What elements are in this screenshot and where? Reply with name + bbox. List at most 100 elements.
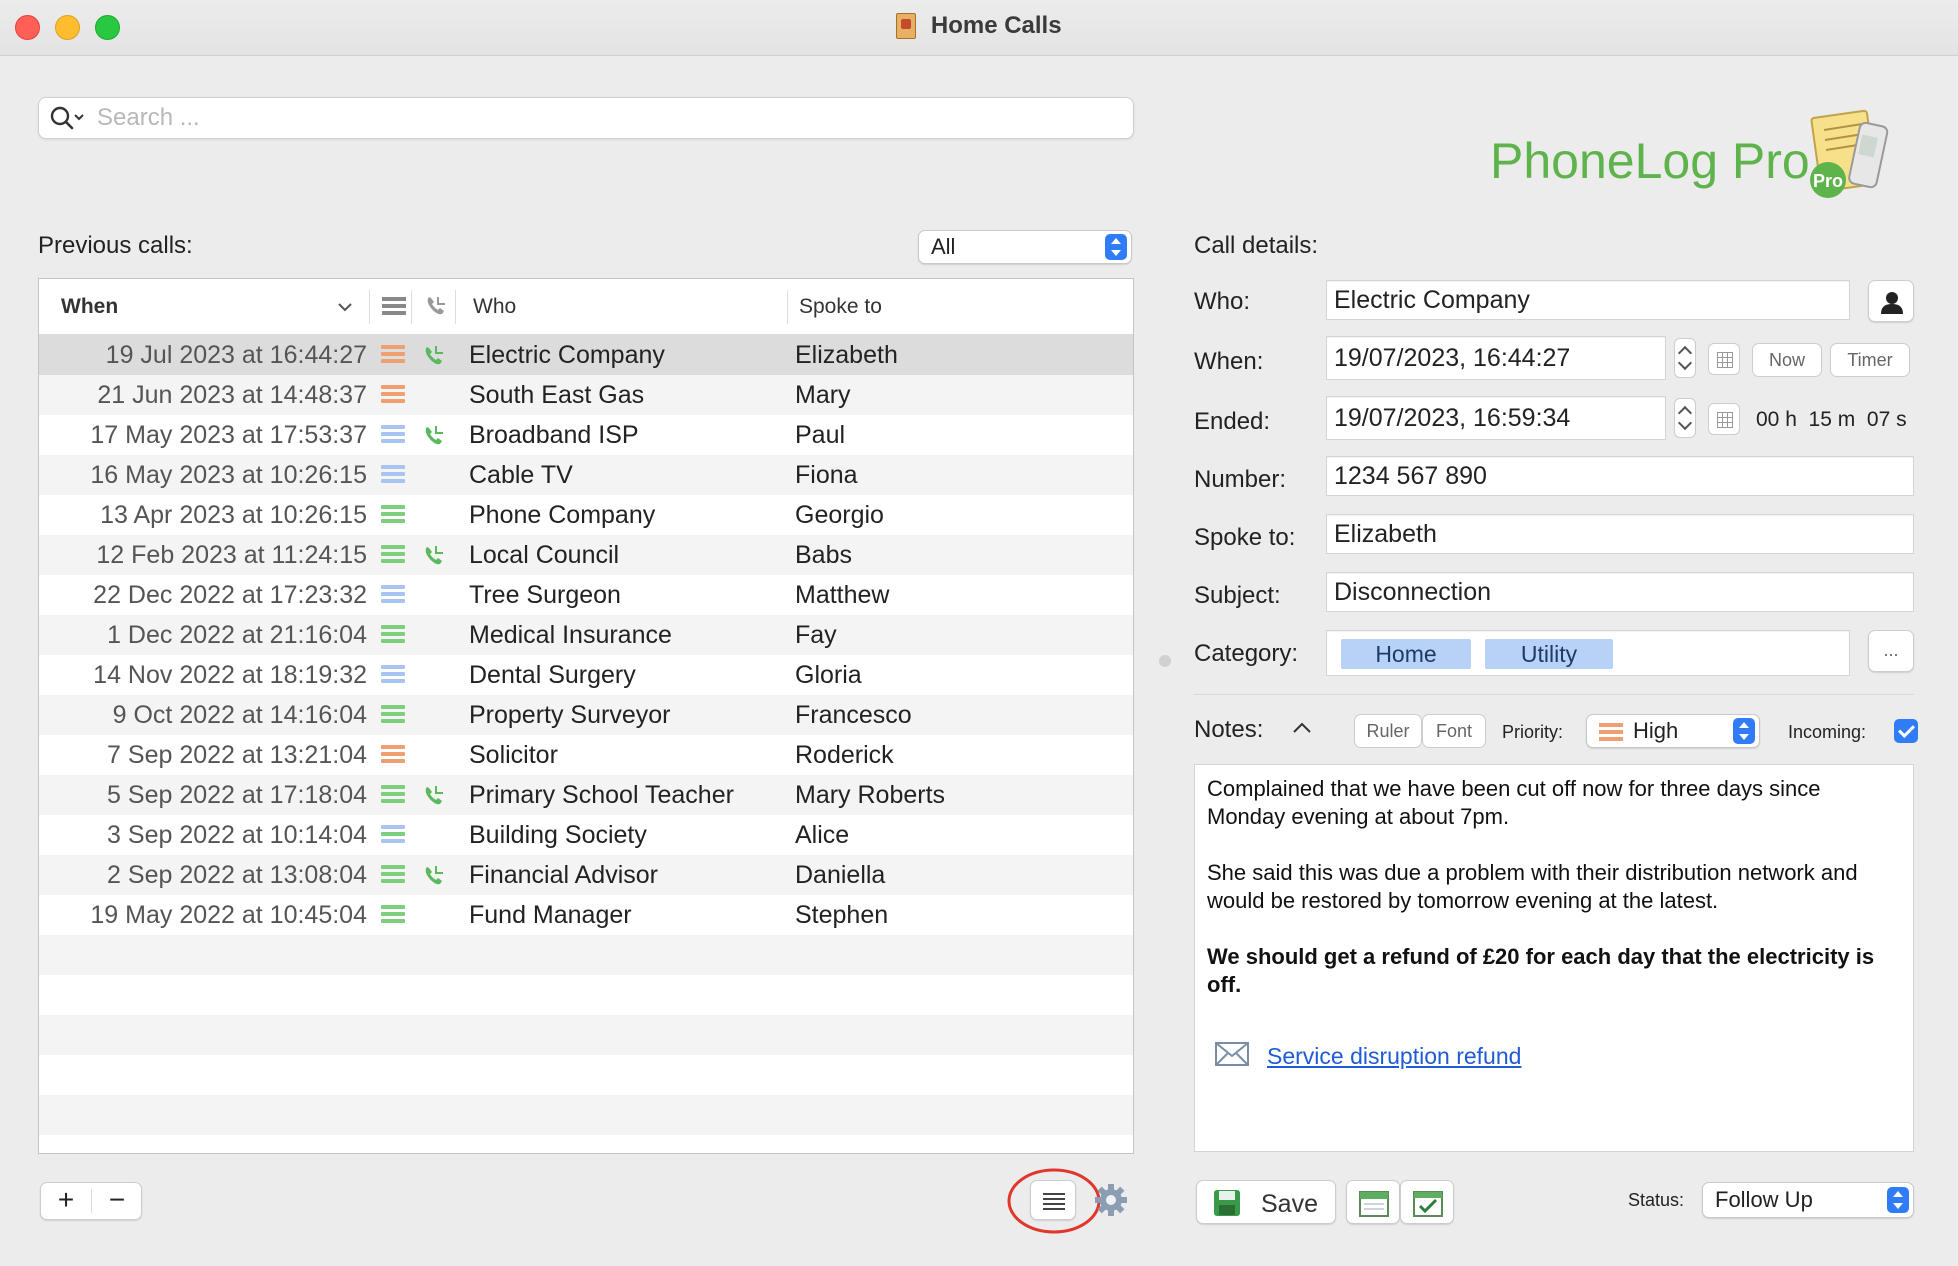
table-row[interactable]: 5 Sep 2022 at 17:18:04 Primary School Tea…	[39, 775, 1133, 815]
calls-filter-popup[interactable]: All	[918, 230, 1132, 264]
when-label: When:	[1194, 348, 1264, 375]
column-separator	[369, 290, 370, 324]
priority-icon	[381, 585, 405, 605]
column-header-spoke-to[interactable]: Spoke to	[799, 279, 882, 335]
task-button[interactable]	[1400, 1180, 1454, 1224]
sort-chevron-down-icon[interactable]	[337, 301, 353, 313]
priority-icon	[381, 745, 405, 765]
when-calendar-button[interactable]	[1708, 343, 1740, 375]
cell-when: 13 Apr 2023 at 10:26:15	[100, 501, 367, 529]
priority-label: Priority:	[1502, 722, 1564, 742]
cell-when: 2 Sep 2022 at 13:08:04	[107, 861, 367, 889]
table-row[interactable]: 16 May 2023 at 10:26:15 Cable TV Fiona	[39, 455, 1133, 495]
cell-spoke-to: Mary	[795, 381, 851, 409]
priority-icon	[381, 385, 405, 405]
category-token-field[interactable]: Home Utility	[1326, 630, 1850, 676]
cell-spoke-to: Elizabeth	[795, 341, 898, 369]
notes-label: Notes:	[1194, 716, 1264, 743]
spoke-to-field[interactable]: Elizabeth	[1326, 514, 1914, 554]
category-tag[interactable]: Utility	[1485, 639, 1613, 669]
column-separator	[787, 290, 788, 324]
priority-icon	[381, 505, 405, 525]
table-row[interactable]: 19 May 2022 at 10:45:04 Fund Manager Steph…	[39, 895, 1133, 935]
cell-when: 21 Jun 2023 at 14:48:37	[97, 381, 367, 409]
empty-table-row	[39, 1055, 1133, 1095]
empty-table-row	[39, 1135, 1133, 1153]
column-header-who[interactable]: Who	[473, 279, 516, 335]
number-field[interactable]: 1234 567 890	[1326, 456, 1914, 496]
ended-stepper[interactable]	[1674, 398, 1696, 438]
cell-who: Local Council	[469, 541, 620, 569]
save-button[interactable]: Save	[1196, 1180, 1336, 1224]
ruler-button[interactable]: Ruler	[1354, 714, 1422, 748]
table-row[interactable]: 12 Feb 2023 at 11:24:15 Local Council Babs	[39, 535, 1133, 575]
cell-who: Phone Company	[469, 501, 656, 529]
incoming-call-icon	[425, 786, 443, 805]
cell-spoke-to: Fay	[795, 621, 837, 649]
incoming-checkbox[interactable]	[1894, 719, 1918, 743]
calendar-icon	[1359, 1191, 1389, 1217]
cell-spoke-to: Paul	[795, 421, 846, 449]
ended-field[interactable]: 19/07/2023, 16:59:34	[1326, 396, 1666, 440]
cell-who: South East Gas	[469, 381, 645, 409]
chevron-up-icon[interactable]	[1292, 720, 1312, 734]
details-divider	[1194, 694, 1914, 695]
status-label: Status:	[1628, 1190, 1685, 1210]
cell-when: 9 Oct 2022 at 14:16:04	[112, 701, 367, 729]
category-tag[interactable]: Home	[1341, 639, 1471, 669]
priority-icon	[381, 345, 405, 365]
split-view-handle[interactable]	[1159, 655, 1171, 667]
table-row[interactable]: 21 Jun 2023 at 14:48:37 South East Gas Mar…	[39, 375, 1133, 415]
table-row[interactable]: 1 Dec 2022 at 21:16:04 Medical Insurance F…	[39, 615, 1133, 655]
add-call-button[interactable]: +	[41, 1183, 91, 1219]
table-row[interactable]: 3 Sep 2022 at 10:14:04 Building Society Al…	[39, 815, 1133, 855]
table-row[interactable]: 2 Sep 2022 at 13:08:04 Financial Advisor D…	[39, 855, 1133, 895]
priority-column-icon[interactable]	[382, 295, 406, 317]
table-row[interactable]: 14 Nov 2022 at 18:19:32 Dental Surgery Glo…	[39, 655, 1133, 695]
task-check-icon	[1413, 1191, 1443, 1217]
calendar-button[interactable]	[1346, 1180, 1400, 1224]
table-row[interactable]: 19 Jul 2023 at 16:44:27 Electric Company E…	[39, 335, 1133, 375]
now-button[interactable]: Now	[1752, 343, 1822, 377]
column-header-when[interactable]: When	[61, 279, 118, 335]
when-field[interactable]: 19/07/2023, 16:44:27	[1326, 336, 1666, 380]
cell-when: 19 Jul 2023 at 16:44:27	[105, 341, 367, 369]
notes-text-area[interactable]: Complained that we have been cut off now…	[1194, 764, 1914, 1152]
search-input[interactable]	[95, 102, 1115, 134]
status-popup[interactable]: Follow Up	[1702, 1182, 1914, 1218]
cell-spoke-to: Matthew	[795, 581, 890, 609]
who-field[interactable]: Electric Company	[1326, 280, 1850, 320]
add-remove-segmented-control: + −	[40, 1182, 142, 1220]
calls-table[interactable]: When Who Spoke to 19 Jul 2023 at 16:44:2…	[38, 278, 1134, 1154]
priority-icon	[381, 665, 405, 685]
ended-label: Ended:	[1194, 408, 1271, 435]
remove-call-button[interactable]: −	[92, 1183, 142, 1219]
priority-icon	[381, 865, 405, 885]
ended-calendar-button[interactable]	[1708, 403, 1740, 435]
table-row[interactable]: 17 May 2023 at 17:53:37 Broadband ISP Paul	[39, 415, 1133, 455]
gear-icon[interactable]	[1094, 1183, 1128, 1217]
search-field[interactable]	[38, 97, 1134, 139]
category-more-button[interactable]: ...	[1868, 630, 1914, 672]
contact-picker-button[interactable]	[1868, 280, 1914, 322]
table-row[interactable]: 9 Oct 2022 at 14:16:04 Property Surveyor F…	[39, 695, 1133, 735]
timer-button[interactable]: Timer	[1830, 343, 1910, 377]
cell-spoke-to: Mary Roberts	[795, 781, 946, 809]
when-stepper[interactable]	[1674, 338, 1696, 378]
cell-spoke-to: Roderick	[795, 741, 894, 769]
table-row[interactable]: 22 Dec 2022 at 17:23:32 Tree Surgeon Matth…	[39, 575, 1133, 615]
empty-table-row	[39, 1095, 1133, 1135]
priority-popup[interactable]: High	[1586, 714, 1760, 748]
incoming-call-column-icon[interactable]	[424, 294, 448, 318]
cell-when: 22 Dec 2022 at 17:23:32	[93, 581, 367, 609]
window-title: Home Calls	[930, 12, 1062, 39]
priority-icon	[381, 905, 405, 925]
cell-when: 3 Sep 2022 at 10:14:04	[107, 821, 367, 849]
table-row[interactable]: 7 Sep 2022 at 13:21:04 Solicitor Roderick	[39, 735, 1133, 775]
table-row[interactable]: 13 Apr 2023 at 10:26:15 Phone Company Geor…	[39, 495, 1133, 535]
incoming-call-icon	[425, 866, 443, 885]
search-icon	[50, 106, 84, 130]
subject-field[interactable]: Disconnection	[1326, 572, 1914, 612]
service-disruption-link[interactable]: Service disruption refund	[1267, 1043, 1521, 1070]
font-button[interactable]: Font	[1422, 714, 1486, 748]
